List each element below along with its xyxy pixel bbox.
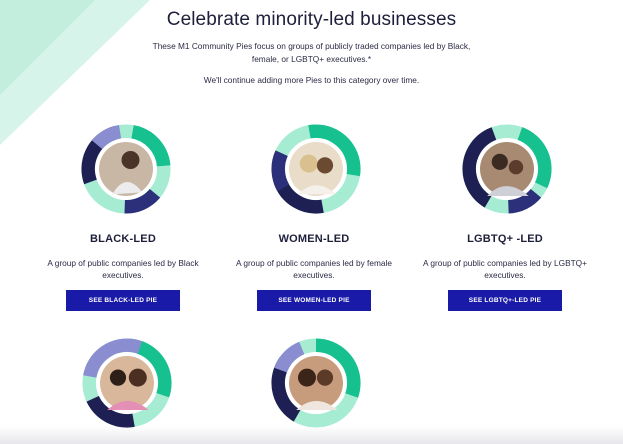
page-title: Celebrate minority-led businesses [166, 9, 457, 30]
card-description: A group of public companies led by femal… [236, 258, 392, 280]
see-black-led-pie-button[interactable]: SEE BLACK-LED PIE [66, 290, 180, 311]
pie-ring-icon[interactable] [271, 338, 361, 428]
pie-ring-icon[interactable] [462, 124, 552, 214]
see-women-led-pie-button[interactable]: SEE WOMEN-LED PIE [257, 290, 371, 311]
see-lgbtq-led-pie-button[interactable]: SEE LGBTQ+-LED PIE [448, 290, 562, 311]
note-text: We'll continue adding more Pies to this … [203, 75, 420, 85]
pie-ring-icon[interactable] [81, 124, 171, 214]
pie-ring-icon[interactable] [82, 338, 172, 428]
pie-ring-icon[interactable] [271, 124, 361, 214]
bottom-fade [0, 426, 623, 444]
intro-text: These M1 Community Pies focus on groups … [152, 41, 471, 64]
card-description: A group of public companies led by LGBTQ… [423, 258, 587, 280]
card-description: A group of public companies led by Black… [47, 258, 199, 280]
card-title: WOMEN-LED [278, 233, 350, 245]
card-title: LGBTQ+ -LED [467, 233, 543, 245]
card-title: BLACK-LED [90, 233, 156, 245]
